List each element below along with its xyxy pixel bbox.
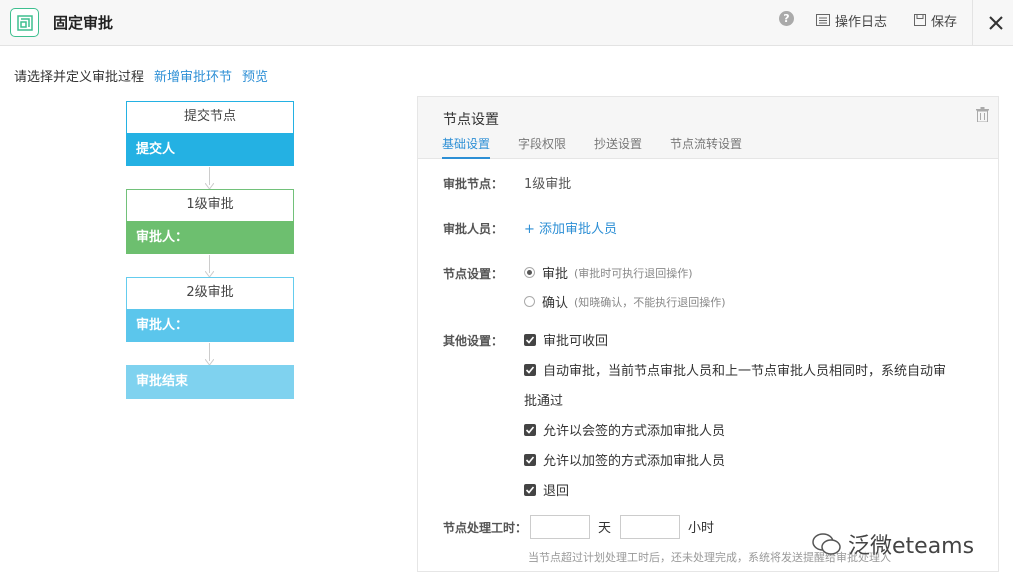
radio-button[interactable] <box>524 296 535 307</box>
checkbox-checked[interactable] <box>524 363 536 376</box>
checkbox-label: 允许以会签的方式添加审批人员 <box>543 424 726 439</box>
operation-log-button[interactable]: 操作日志 <box>816 11 888 30</box>
save-label: 保存 <box>931 14 958 30</box>
checkbox-countersign[interactable]: 允许以会签的方式添加审批人员 <box>524 420 725 439</box>
days-unit: 天 <box>598 521 612 536</box>
preview-link[interactable]: 预览 <box>242 66 268 85</box>
wechat-icon <box>812 533 841 555</box>
checkbox-label: 允许以加签的方式添加审批人员 <box>543 454 726 469</box>
checkbox-label-continued: 批通过 <box>524 394 564 409</box>
close-button[interactable] <box>985 12 1007 34</box>
checkbox-checked[interactable] <box>524 453 536 466</box>
close-icon <box>989 16 1003 30</box>
radio-confirm[interactable]: 确认 (知晓确认，不能执行退回操作) <box>524 292 726 311</box>
flow-node-title: 1级审批 <box>126 189 294 221</box>
flow-node-title: 提交节点 <box>126 101 294 133</box>
flow-node-submit[interactable]: 提交节点 提交人 <box>126 101 294 166</box>
help-icon[interactable]: ? <box>779 11 794 26</box>
flow-node-level2[interactable]: 2级审批 审批人： <box>126 277 294 342</box>
radio-hint: (审批时可执行退回操作) <box>574 266 693 280</box>
operation-log-label: 操作日志 <box>835 14 888 30</box>
prompt-text: 请选择并定义审批过程 <box>14 70 145 85</box>
flow-node-body: 提交人 <box>126 133 294 166</box>
trash-icon[interactable] <box>976 107 989 122</box>
checkbox-checked[interactable] <box>524 483 536 496</box>
panel-header: 节点设置 基础设置 字段权限 抄送设置 节点流转设置 <box>418 97 998 159</box>
panel-title: 节点设置 <box>443 112 499 128</box>
tab-basic-settings[interactable]: 基础设置 <box>442 135 491 159</box>
toolbar: 请选择并定义审批过程 新增审批环节 预览 <box>14 66 268 85</box>
other-settings-label: 其他设置： <box>443 334 504 348</box>
add-step-link[interactable]: 新增审批环节 <box>154 66 232 85</box>
checkbox-checked[interactable] <box>524 333 536 346</box>
tab-cc-settings[interactable]: 抄送设置 <box>594 135 642 159</box>
days-input[interactable] <box>530 515 590 539</box>
header-divider <box>972 0 973 46</box>
radio-button-selected[interactable] <box>524 267 535 278</box>
checkbox-auto-approve[interactable]: 自动审批，当前节点审批人员和上一节点审批人员相同时，系统自动审 <box>524 360 946 379</box>
flow-node-body: 审批人： <box>126 221 294 254</box>
watermark: 泛微eteams <box>812 528 974 560</box>
watermark-text: 泛微eteams <box>848 534 975 559</box>
checkbox-label: 审批可收回 <box>543 334 609 349</box>
approval-node-value: 1级审批 <box>524 177 572 192</box>
save-button[interactable]: 保存 <box>914 11 958 30</box>
hours-unit: 小时 <box>688 521 715 536</box>
node-setting-label: 节点设置： <box>443 267 504 281</box>
flow-node-body: 审批人： <box>126 309 294 342</box>
flow-node-level1[interactable]: 1级审批 审批人： <box>126 189 294 254</box>
tab-field-permissions[interactable]: 字段权限 <box>518 135 566 159</box>
log-icon <box>816 14 830 26</box>
save-icon <box>914 14 926 26</box>
radio-label: 确认 <box>542 296 569 311</box>
checkbox-return[interactable]: 退回 <box>524 480 569 499</box>
hours-input[interactable] <box>620 515 680 539</box>
radio-approve[interactable]: 审批 (审批时可执行退回操作) <box>524 263 693 282</box>
checkbox-revocable[interactable]: 审批可收回 <box>524 330 608 349</box>
app-icon <box>10 8 39 37</box>
node-settings-panel: 节点设置 基础设置 字段权限 抄送设置 节点流转设置 审批节点： 1级审批 审批… <box>417 96 999 572</box>
checkbox-checked[interactable] <box>524 423 536 436</box>
checkbox-label: 退回 <box>543 484 570 499</box>
flow-node-end[interactable]: 审批结束 <box>126 365 294 399</box>
approver-label: 审批人员： <box>443 222 504 236</box>
checkbox-add-sign[interactable]: 允许以加签的方式添加审批人员 <box>524 450 725 469</box>
header-bar: 固定审批 ? 操作日志 保存 <box>0 0 1013 46</box>
radio-label: 审批 <box>542 267 569 282</box>
checkbox-label: 自动审批，当前节点审批人员和上一节点审批人员相同时，系统自动审 <box>543 364 947 379</box>
radio-hint: (知晓确认，不能执行退回操作) <box>574 295 726 309</box>
tab-flow-settings[interactable]: 节点流转设置 <box>670 135 742 159</box>
flow-node-title: 2级审批 <box>126 277 294 309</box>
add-approver-link[interactable]: + 添加审批人员 <box>524 218 617 237</box>
work-time-label: 节点处理工时： <box>443 521 528 535</box>
page-title: 固定审批 <box>53 14 114 32</box>
approval-node-label: 审批节点： <box>443 177 504 191</box>
